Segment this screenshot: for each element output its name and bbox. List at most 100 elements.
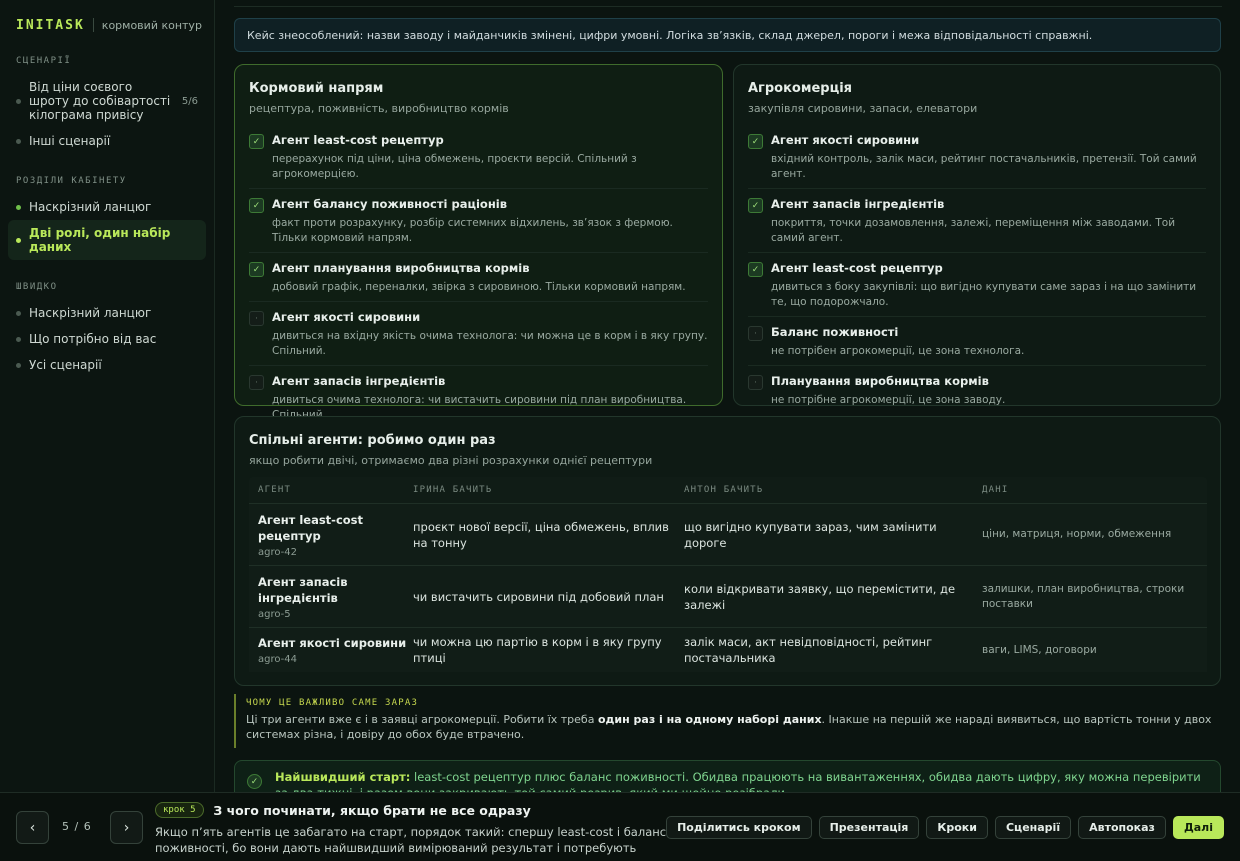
check-icon[interactable]: ✓ [748,262,763,277]
brand-divider [92,18,94,32]
autoplay-button[interactable]: Автопоказ [1078,816,1166,839]
sidebar-item-label: Дві ролі, один набір даних [29,226,171,254]
agent-body: Планування виробництва кормів не потрібне… [771,374,1005,408]
agent-cell: Агент якості сировини agro-44 [249,635,413,665]
agent-item[interactable]: ✓ Агент балансу поживності раціонів факт п… [249,189,708,253]
why-now-callout: ЧОМУ ЦЕ ВАЖЛИВО САМЕ ЗАРАЗ Ці три агенти… [234,694,1221,748]
sidebar-item-progress: 5/6 [181,95,198,107]
agent-description: не потрібне агрокомерції, це зона заводу… [771,394,1006,406]
main-content: Кейс знеособлений: назви заводу і майдан… [234,0,1222,792]
sidebar-item-label: Усі сценарії [29,358,102,372]
callout-text-bold: один раз і на одному наборі даних [597,713,822,726]
sidebar-item[interactable]: Наскрізний ланцюг [16,300,206,326]
check-icon[interactable]: ✓ [748,198,763,213]
steps-button[interactable]: Кроки [926,816,988,839]
data-sources-cell: залишки, план виробництва, строки постав… [982,582,1185,610]
card-title: Агрокомерція [748,81,853,96]
step-info: крок 5 З чого починати, якщо брати не вс… [155,802,685,856]
agent-body: Агент балансу поживності раціонів факт пр… [272,197,708,246]
agent-item[interactable]: ✓ Агент запасів інгредієнтів покриття, точ… [748,189,1206,253]
fast-start-label: Найшвидший старт: [275,770,411,784]
share-step-button[interactable]: Поділитись кроком [666,816,812,839]
agent-description: факт проти розрахунку, розбір системних … [272,217,673,244]
feed-direction-card: Кормовий напрям рецептура, поживність, в… [234,64,723,421]
sidebar-item-label: Наскрізний ланцюг [29,200,152,214]
shared-agents-card: Спільні агенти: робимо один раз якщо роб… [234,416,1221,686]
agent-body: Агент якості сировини дивиться на вхідну … [272,310,708,359]
agent-name: Агент least-cost рецептур [272,133,444,147]
agent-item[interactable]: ✓ Агент least-cost рецептур перерахунок пі… [249,125,708,189]
anton-sees-cell: коли відкривати заявку, що перемістити, … [684,581,956,612]
brand-logo[interactable]: INITASK [16,18,85,33]
step-badge: крок 5 [155,802,204,818]
sidebar-item-label: Від ціни соєвого шроту до собівартості к… [29,80,171,122]
data-sources-cell: ціни, матриця, норми, обмеження [982,528,1172,540]
agent-body: Агент least-cost рецептур дивиться з боку… [771,261,1206,310]
anton-sees-cell: залік маси, акт невідповідності, рейтинг… [684,635,933,665]
table-body: Агент least-cost рецептур agro-42 проєкт н… [249,503,1207,672]
agent-body: Баланс поживності не потрібен агрокомерці… [771,325,1024,359]
sidebar-item-label: Наскрізний ланцюг [29,306,152,320]
agent-description: добовий графік, переналки, звірка з сиро… [272,281,686,293]
table-row: Агент least-cost рецептур agro-42 проєкт н… [249,503,1207,565]
sidebar-item[interactable]: Що потрібно від вас [16,326,206,352]
chevron-left-icon: ‹ [29,819,36,836]
agent-body: Агент якості сировини вхідний контроль, з… [771,133,1206,182]
agent-item[interactable]: ✓ Агент least-cost рецептур дивиться з бок… [748,253,1206,317]
check-icon[interactable]: ✓ [748,134,763,149]
agent-item[interactable]: · Агент якості сировини дивиться на вхідну… [249,302,708,366]
sidebar-section-title: РОЗДІЛИ КАБІНЕТУ [16,176,127,186]
table-header: АГЕНТ ІРИНА БАЧИТЬ АНТОН БАЧИТЬ ДАНІ [249,477,1207,503]
table-row: Агент запасів інгредієнтів agro-5 чи виста… [249,565,1207,627]
chevron-right-icon: › [123,819,130,836]
check-icon[interactable]: ✓ [249,262,264,277]
sidebar-item[interactable]: Інші сценарії [16,128,206,154]
agent-name: Планування виробництва кормів [771,374,989,388]
irina-sees-cell: чи можна цю партію в корм і в яку групу … [413,635,662,665]
next-step-button[interactable]: Далі [1172,816,1224,839]
next-button[interactable]: › [110,811,143,844]
sidebar-sections: СЦЕНАРІЇ Від ціни соєвого шроту до собіва… [8,56,206,378]
sidebar-list: Наскрізний ланцюг Що потрібно від вас Усі … [16,300,206,378]
agent-body: Агент least-cost рецептур перерахунок під… [272,133,708,182]
agent-item[interactable]: ✓ Агент якості сировини вхідний контроль, … [748,125,1206,189]
card-subtitle: закупівля сировини, запаси, елеватори [748,102,978,115]
unchecked-icon[interactable]: · [748,326,763,341]
sidebar-item[interactable]: Дві ролі, один набір даних [8,220,206,260]
sidebar-item[interactable]: Наскрізний ланцюг [16,194,206,220]
data-sources-cell: ваги, LIMS, договори [982,643,1097,656]
agent-id: agro-42 [258,546,298,558]
column-header-data: ДАНІ [982,485,1009,495]
sidebar: INITASK кормовий контур СЦЕНАРІЇ Від ціни… [0,0,215,792]
scenarios-button[interactable]: Сценарії [994,816,1072,839]
unchecked-icon[interactable]: · [748,375,763,390]
agent-name: Агент запасів інгредієнтів [272,374,446,388]
unchecked-icon[interactable]: · [249,311,264,326]
action-buttons: Поділитись кроком Презентація Кроки Сцен… [666,816,1224,839]
agent-description: перерахунок під ціни, ціна обмежень, про… [272,153,637,180]
agent-name: Агент least-cost рецептур [771,261,943,275]
card-title: Спільні агенти: робимо один раз [249,433,496,448]
irina-sees-cell: проєкт нової версії, ціна обмежень, впли… [413,519,669,550]
brand: INITASK кормовий контур [16,16,206,34]
brand-subtitle: кормовий контур [101,18,202,32]
agent-item[interactable]: · Баланс поживності не потрібен агрокомерц… [748,317,1206,366]
agent-item[interactable]: ✓ Агент планування виробництва кормів добо… [249,253,708,302]
presentation-button[interactable]: Презентація [818,816,920,839]
agent-description: дивиться на вхідну якість очима технолог… [272,330,708,357]
callout-text: Ці три агенти вже є і в заявці агрокомер… [246,712,1221,742]
prev-button[interactable]: ‹ [16,811,49,844]
check-icon[interactable]: ✓ [249,198,264,213]
bottom-bar: ‹ 5 / 6 › крок 5 З чого починати, якщо б… [0,792,1240,861]
agent-name: Агент якості сировини [272,310,421,324]
agent-name: Агент least-cost рецептур [258,512,363,543]
check-icon[interactable]: ✓ [249,134,264,149]
step-description: Якщо п’ять агентів це забагато на старт,… [155,825,667,855]
unchecked-icon[interactable]: · [249,375,264,390]
agent-item[interactable]: · Планування виробництва кормів не потрібн… [748,366,1206,414]
sidebar-item[interactable]: Від ціни соєвого шроту до собівартості к… [16,74,206,128]
agent-name: Агент якості сировини [258,636,407,650]
agent-id: agro-44 [258,654,298,665]
sidebar-item[interactable]: Усі сценарії [16,352,206,378]
agent-id: agro-5 [258,608,291,620]
